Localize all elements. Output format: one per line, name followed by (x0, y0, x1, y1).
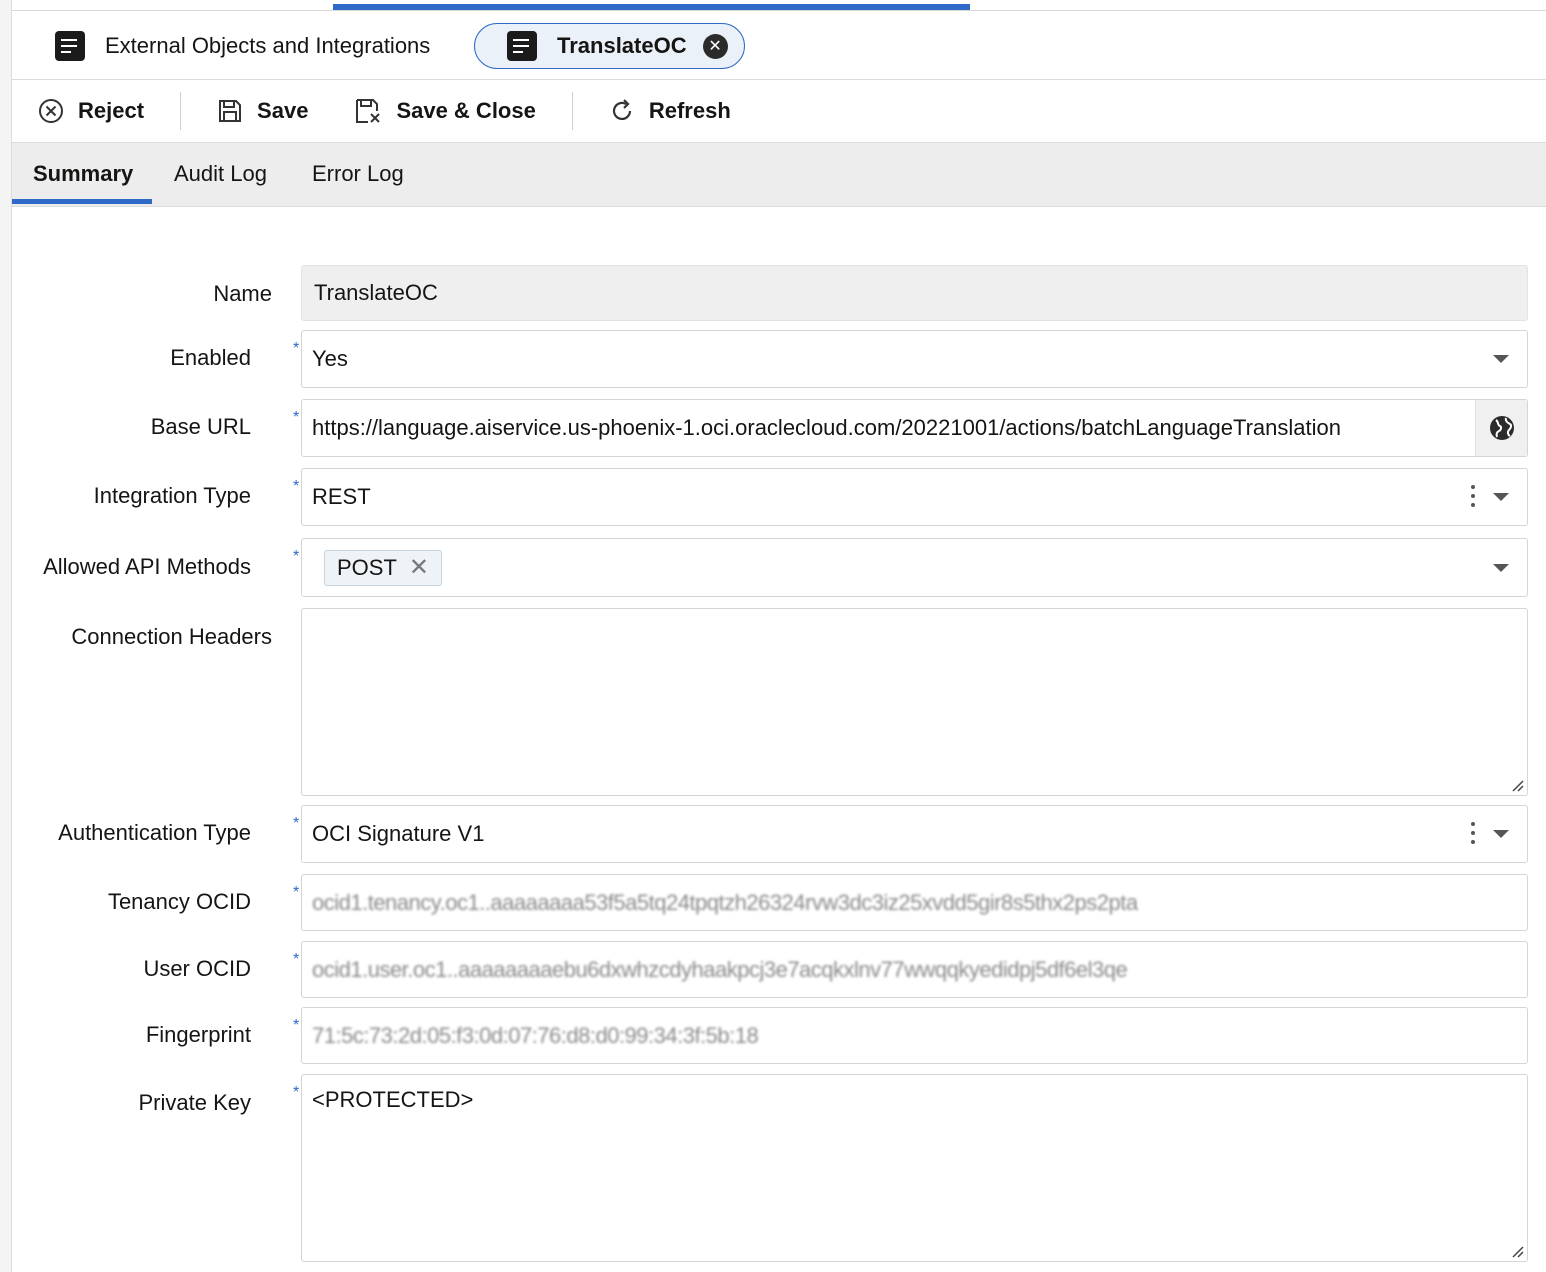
detail-tabs: Summary Audit Log Error Log (12, 143, 1546, 207)
user-ocid-input[interactable]: ocid1.user.oc1..aaaaaaaaebu6dxwhzcdyhaak… (301, 941, 1528, 998)
toolbar-divider (180, 92, 182, 130)
open-url-button[interactable] (1475, 400, 1527, 456)
enabled-select[interactable]: Yes (301, 330, 1528, 388)
document-tab-bar: External Objects and Integrations Transl… (12, 11, 1546, 80)
required-indicator: * (293, 1017, 300, 1034)
fingerprint-input[interactable]: 71:5c:73:2d:05:f3:0d:07:76:d8:d0:99:34:3… (301, 1007, 1528, 1064)
refresh-icon (612, 99, 631, 120)
chevron-down-icon[interactable] (1493, 493, 1509, 501)
tenancy-label: Tenancy OCID (107, 889, 251, 914)
connection-headers-label: Connection Headers (71, 624, 272, 649)
resize-handle-icon[interactable] (1510, 1244, 1524, 1258)
base-url-label: Base URL (150, 414, 251, 439)
globe-icon (1489, 416, 1514, 440)
name-label: Name (213, 281, 272, 306)
chevron-down-icon[interactable] (1493, 830, 1509, 838)
base-url-input[interactable]: https://language.aiservice.us-phoenix-1.… (301, 399, 1528, 457)
allowed-methods-multiselect[interactable]: POST ✕ (301, 538, 1528, 597)
reject-button[interactable]: Reject (38, 91, 144, 131)
tab-label: External Objects and Integrations (105, 33, 431, 58)
chevron-down-icon[interactable] (1493, 355, 1509, 363)
fingerprint-label: Fingerprint (145, 1022, 251, 1047)
tenancy-ocid-input[interactable]: ocid1.tenancy.oc1..aaaaaaaa53f5a5tq24tpq… (301, 874, 1528, 931)
save-button[interactable]: Save (217, 91, 308, 131)
save-icon (219, 100, 242, 122)
document-icon (55, 31, 85, 61)
chevron-down-icon[interactable] (1493, 563, 1509, 572)
method-chip: POST ✕ (324, 549, 443, 586)
more-options-icon[interactable] (1471, 822, 1475, 844)
tab-error-log[interactable]: Error Log (312, 143, 404, 205)
required-indicator: * (293, 409, 300, 426)
allowed-methods-label: Allowed API Methods (43, 554, 251, 579)
enabled-label: Enabled (170, 345, 251, 370)
required-indicator: * (293, 815, 300, 832)
auth-type-select[interactable]: OCI Signature V1 (301, 805, 1528, 863)
tab-translateoc[interactable]: TranslateOC ✕ (474, 23, 745, 69)
document-icon (507, 31, 537, 61)
required-indicator: * (293, 548, 300, 565)
resize-handle-icon[interactable] (1510, 778, 1524, 792)
toolbar-divider (571, 92, 573, 130)
tab-label: TranslateOC (557, 33, 687, 58)
tab-audit-log[interactable]: Audit Log (174, 143, 267, 205)
required-indicator: * (293, 884, 300, 901)
save-close-icon (356, 99, 381, 123)
tab-external-objects[interactable]: External Objects and Integrations (55, 23, 430, 69)
required-indicator: * (293, 478, 300, 495)
user-label: User OCID (143, 956, 251, 981)
integration-type-select[interactable]: REST (301, 468, 1528, 526)
integration-type-label: Integration Type (93, 483, 251, 508)
required-indicator: * (293, 951, 300, 968)
left-edge (0, 0, 12, 1272)
action-toolbar: Reject Save Save & Close Refresh (12, 80, 1546, 143)
private-key-label: Private Key (138, 1090, 252, 1115)
save-and-close-button[interactable]: Save & Close (354, 91, 536, 131)
required-indicator: * (293, 340, 300, 357)
connection-headers-textarea[interactable] (301, 608, 1528, 796)
remove-chip-icon[interactable]: ✕ (409, 553, 429, 582)
name-field: TranslateOC (301, 265, 1528, 321)
close-tab-icon[interactable]: ✕ (702, 33, 728, 59)
active-tab-indicator (12, 199, 152, 204)
auth-type-label: Authentication Type (58, 820, 251, 845)
reject-icon (39, 99, 63, 123)
required-indicator: * (293, 1084, 300, 1101)
tab-summary[interactable]: Summary (33, 143, 133, 205)
more-options-icon[interactable] (1471, 485, 1475, 507)
private-key-textarea[interactable]: <PROTECTED> (301, 1074, 1528, 1262)
refresh-button[interactable]: Refresh (609, 91, 731, 131)
